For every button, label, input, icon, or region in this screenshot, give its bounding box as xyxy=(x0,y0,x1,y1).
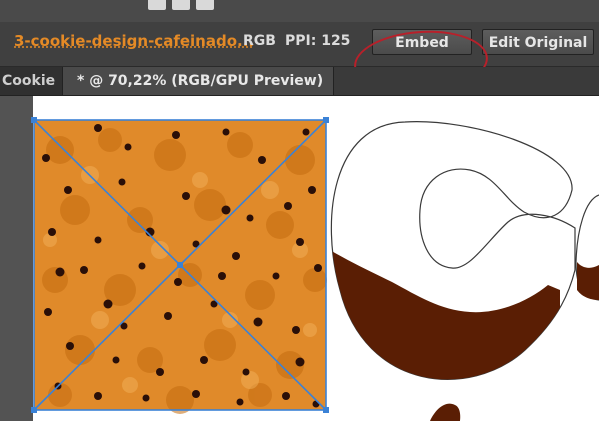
artwork-layer xyxy=(31,117,599,421)
chocolate-drip-tail xyxy=(430,403,461,421)
